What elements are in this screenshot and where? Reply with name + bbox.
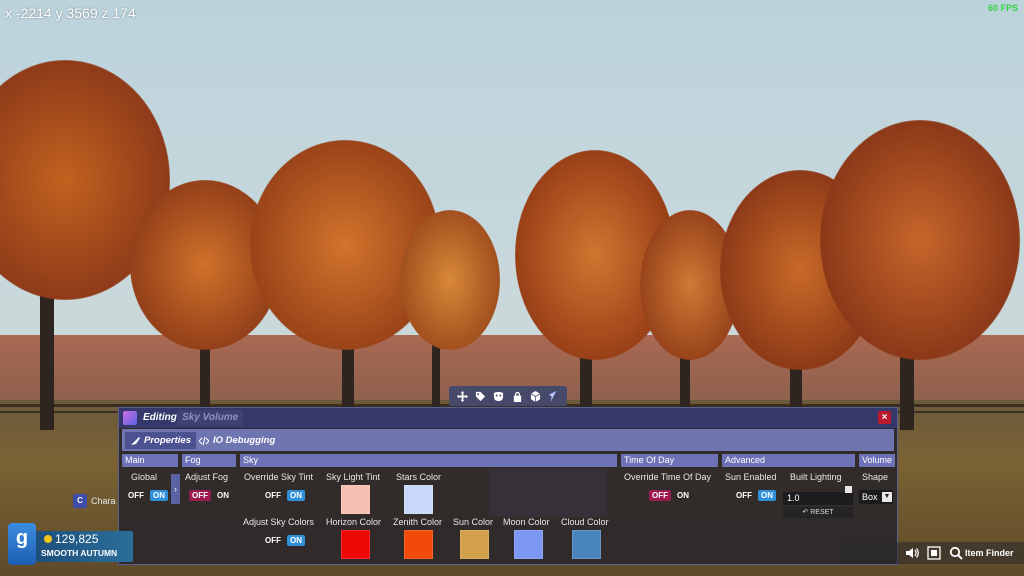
- zenith-color-label: Zenith Color: [393, 517, 443, 527]
- sky-light-tint-swatch[interactable]: [341, 485, 370, 514]
- tag-icon[interactable]: [473, 389, 487, 403]
- built-lighting-input[interactable]: 1.0: [783, 492, 853, 505]
- move-icon[interactable]: [455, 389, 469, 403]
- entity-editor-panel: Editing Sky Volume × Properties IO Debug…: [118, 407, 898, 565]
- reset-button[interactable]: ↶ RESET: [783, 507, 853, 518]
- moon-color-swatch[interactable]: [514, 530, 543, 559]
- global-label: Global: [131, 472, 158, 482]
- chevron-down-icon: ▼: [882, 492, 892, 502]
- tab-io-debugging[interactable]: IO Debugging: [194, 432, 280, 449]
- color-preview-area: [489, 469, 607, 517]
- global-toggle[interactable]: OFF ON: [125, 488, 168, 502]
- slider-handle[interactable]: [845, 486, 852, 493]
- shape-select[interactable]: Box ▼: [859, 490, 893, 504]
- stars-color-swatch[interactable]: [404, 485, 433, 514]
- sun-color-swatch[interactable]: [460, 530, 489, 559]
- stars-color-label: Stars Color: [396, 472, 442, 482]
- editor-title: Editing: [143, 412, 177, 423]
- close-button[interactable]: ×: [878, 411, 891, 424]
- adjust-sky-colors-toggle[interactable]: OFF ON: [262, 533, 305, 547]
- screenshot-icon[interactable]: [927, 546, 941, 560]
- cloud-color-swatch[interactable]: [572, 530, 601, 559]
- editor-toolbar: [449, 386, 567, 406]
- character-hint-label: Chara: [91, 496, 116, 506]
- lock-icon[interactable]: [510, 389, 524, 403]
- section-fog: Fog: [182, 454, 236, 467]
- tree-crown: [820, 120, 1020, 360]
- editor-titlebar: Editing Sky Volume ×: [119, 408, 897, 428]
- mask-icon[interactable]: [492, 389, 506, 403]
- volume-icon[interactable]: [905, 546, 919, 560]
- brush-icon: [131, 436, 140, 445]
- section-volume: Volume: [859, 454, 895, 467]
- money-amount: 129,825: [55, 532, 99, 546]
- adjust-sky-colors-label: Adjust Sky Colors: [243, 517, 315, 527]
- sun-enabled-label: Sun Enabled: [725, 472, 777, 482]
- code-icon: [199, 436, 209, 445]
- item-finder-button[interactable]: Item Finder: [965, 548, 1014, 558]
- horizon-color-swatch[interactable]: [341, 530, 370, 559]
- server-name: SMOOTH AUTUMN: [41, 548, 118, 558]
- sun-enabled-toggle[interactable]: OFF ON: [733, 488, 776, 502]
- flag-icon[interactable]: [547, 389, 561, 403]
- sun-color-label: Sun Color: [453, 517, 494, 527]
- cube-icon[interactable]: [528, 389, 542, 403]
- horizon-color-label: Horizon Color: [326, 517, 382, 527]
- tab-label: Properties: [144, 435, 191, 446]
- override-sky-tint-label: Override Sky Tint: [244, 472, 314, 482]
- cloud-color-label: Cloud Color: [561, 517, 609, 527]
- coordinates-readout: x -2214 y 3569 z 174: [5, 5, 136, 21]
- editor-tabs: Properties IO Debugging: [122, 429, 894, 451]
- tab-properties[interactable]: Properties: [125, 432, 196, 449]
- adjust-fog-label: Adjust Fog: [185, 472, 229, 482]
- gmod-logo: g: [8, 523, 36, 565]
- fps-counter: 60 FPS: [987, 3, 1018, 13]
- character-key-hint: C: [73, 494, 87, 508]
- coin-icon: [44, 535, 52, 543]
- override-time-of-day-toggle[interactable]: OFF ON: [649, 488, 692, 502]
- section-sky: Sky: [240, 454, 617, 467]
- sky-light-tint-label: Sky Light Tint: [326, 472, 381, 482]
- moon-color-label: Moon Color: [503, 517, 550, 527]
- sky-icon: [123, 411, 137, 425]
- tree-crown: [400, 210, 500, 350]
- adjust-fog-toggle[interactable]: OFF ON: [189, 488, 232, 502]
- override-time-of-day-label: Override Time Of Day: [624, 472, 712, 482]
- section-main: Main: [122, 454, 178, 467]
- search-icon[interactable]: [949, 546, 963, 560]
- zenith-color-swatch[interactable]: [404, 530, 433, 559]
- section-time-of-day: Time Of Day: [621, 454, 718, 467]
- entity-type-label: Sky Volume: [177, 410, 244, 426]
- shape-label: Shape: [862, 472, 889, 482]
- expand-arrow-button[interactable]: ›: [171, 474, 180, 504]
- built-lighting-label: Built Lighting: [790, 472, 842, 482]
- tab-label: IO Debugging: [213, 435, 276, 446]
- override-sky-tint-toggle[interactable]: OFF ON: [262, 488, 305, 502]
- section-advanced: Advanced: [722, 454, 855, 467]
